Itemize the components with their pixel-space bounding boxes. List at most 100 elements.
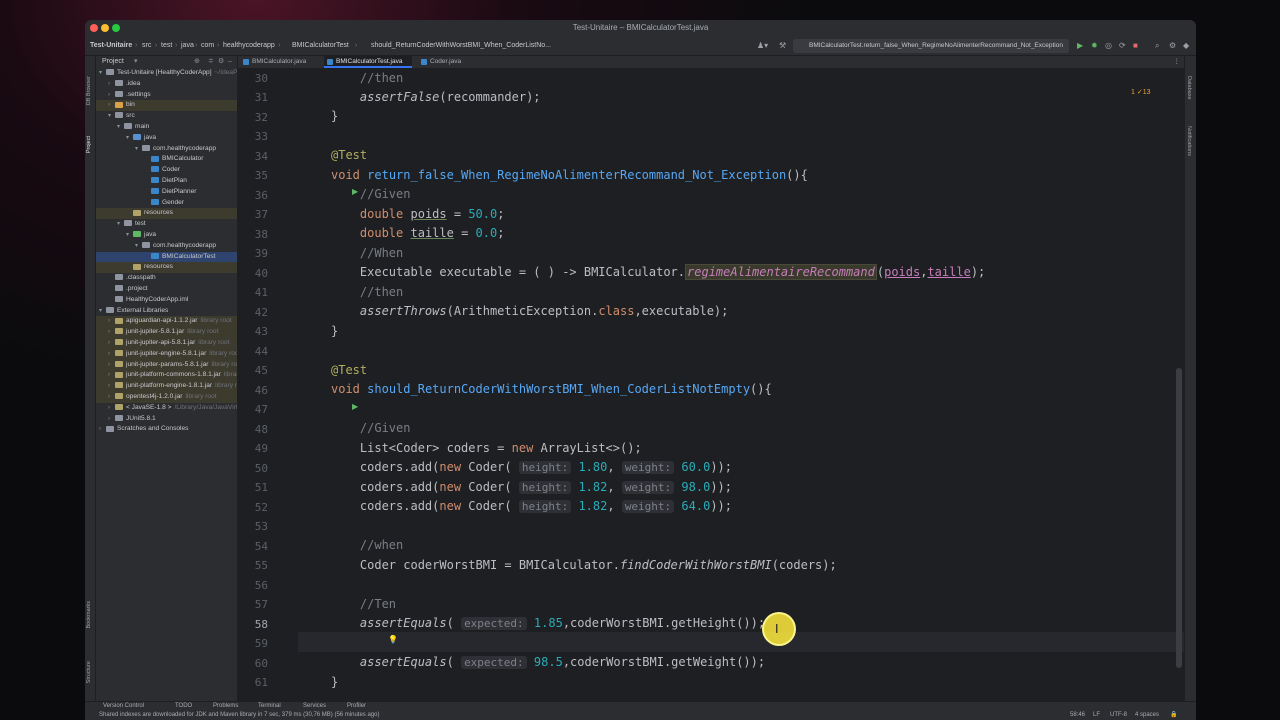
- todo-tab[interactable]: TODO: [175, 703, 192, 709]
- caret-position[interactable]: 58:46: [1070, 712, 1085, 718]
- tree-item[interactable]: › Scratches and Consoles: [96, 424, 237, 435]
- tree-item[interactable]: ▾ com.healthycoderapp: [96, 241, 237, 252]
- tree-item[interactable]: .classpath: [96, 273, 237, 284]
- chevron-icon[interactable]: ›: [108, 370, 115, 381]
- tree-item[interactable]: BMICalculator: [96, 154, 237, 165]
- editor-scrollbar[interactable]: [1176, 368, 1182, 668]
- tree-item[interactable]: Coder: [96, 165, 237, 176]
- tree-item[interactable]: › < JavaSE-1.8 >/Library/Java/JavaVirtual…: [96, 403, 237, 414]
- chevron-icon[interactable]: ▾: [126, 230, 133, 241]
- coverage-icon[interactable]: ◎: [1105, 36, 1112, 56]
- chevron-icon[interactable]: ›: [99, 424, 106, 435]
- tree-item[interactable]: .project: [96, 284, 237, 295]
- tree-item[interactable]: BMICalculatorTest: [96, 251, 237, 263]
- tree-item[interactable]: › junit-jupiter-engine-5.8.1.jar library r…: [96, 348, 237, 360]
- project-tab[interactable]: Project: [86, 136, 92, 153]
- chevron-icon[interactable]: ▾: [99, 68, 106, 79]
- file-encoding[interactable]: UTF-8: [1110, 712, 1127, 718]
- chevron-icon[interactable]: ▾: [117, 219, 124, 230]
- tree-item[interactable]: HealthyCoderApp.iml: [96, 295, 237, 306]
- tree-item[interactable]: › junit-platform-commons-1.8.1.jarlibrary…: [96, 370, 237, 382]
- collapse-icon[interactable]: ⊕: [194, 56, 200, 68]
- tree-item[interactable]: ▾ External Libraries: [96, 306, 237, 317]
- chevron-icon[interactable]: ▾: [99, 306, 106, 317]
- tab-bmicalculatortest[interactable]: BMICalculatorTest.java: [324, 56, 412, 68]
- breadcrumb-class[interactable]: BMICalculatorTest: [284, 36, 349, 56]
- hide-panel-icon[interactable]: –: [228, 56, 232, 68]
- settings-icon[interactable]: ⚙: [1169, 36, 1176, 56]
- tree-item[interactable]: › bin: [96, 100, 237, 112]
- tree-item[interactable]: › junit-jupiter-api-5.8.1.jar library root: [96, 338, 237, 349]
- chevron-icon[interactable]: ›: [108, 100, 115, 111]
- db-browser-tab[interactable]: DB Browser: [86, 76, 92, 105]
- chevron-icon[interactable]: ›: [108, 316, 115, 327]
- breadcrumb-test[interactable]: test: [161, 36, 172, 56]
- line-separator[interactable]: LF: [1093, 712, 1100, 718]
- structure-tab[interactable]: Structure: [86, 661, 92, 683]
- chevron-icon[interactable]: ›: [108, 327, 115, 338]
- profiler-tab[interactable]: Profiler: [347, 703, 366, 709]
- close-window-button[interactable]: [90, 24, 98, 32]
- tree-item[interactable]: Gender: [96, 198, 237, 209]
- chevron-icon[interactable]: ›: [108, 338, 115, 349]
- zoom-window-button[interactable]: [112, 24, 120, 32]
- chevron-icon[interactable]: ›: [108, 403, 115, 414]
- chevron-icon[interactable]: ▾: [108, 111, 115, 122]
- notifications-tab[interactable]: Notifications: [1186, 126, 1192, 156]
- tree-item[interactable]: ▾ src: [96, 111, 237, 122]
- tab-bmicalculator[interactable]: BMICalculator.java: [240, 56, 308, 68]
- tree-item[interactable]: › opentest4j-1.2.0.jar library root: [96, 392, 237, 403]
- chevron-icon[interactable]: ›: [108, 392, 115, 403]
- sort-icon[interactable]: ≑: [208, 56, 214, 68]
- tree-item[interactable]: › .idea: [96, 79, 237, 90]
- stop-icon[interactable]: ■: [1133, 36, 1138, 56]
- breadcrumb-project[interactable]: Test-Unitaire: [90, 36, 132, 56]
- tab-coder[interactable]: Coder.java: [418, 56, 470, 68]
- tree-item[interactable]: ▾ java: [96, 230, 237, 241]
- chevron-icon[interactable]: ▾: [135, 241, 142, 252]
- profile-icon[interactable]: ⟳: [1119, 36, 1126, 56]
- jetbrains-icon[interactable]: ◆: [1183, 36, 1189, 56]
- breadcrumb-package[interactable]: healthycoderapp: [223, 36, 275, 56]
- tree-item[interactable]: ▾ java: [96, 133, 237, 144]
- indent-setting[interactable]: 4 spaces: [1135, 712, 1159, 718]
- version-control-tab[interactable]: Version Control: [103, 703, 144, 709]
- tabs-menu-icon[interactable]: ⋮: [1174, 56, 1181, 68]
- breadcrumb-com[interactable]: com: [201, 36, 214, 56]
- tree-item[interactable]: ▾ test: [96, 219, 237, 230]
- breadcrumb-src[interactable]: src: [142, 36, 151, 56]
- tree-item[interactable]: DietPlan: [96, 176, 237, 187]
- tree-item[interactable]: › junit-jupiter-params-5.8.1.jar library r…: [96, 359, 237, 371]
- chevron-icon[interactable]: ›: [108, 381, 115, 392]
- tree-item[interactable]: › apiguardian-api-1.1.2.jar library root: [96, 316, 237, 328]
- chevron-icon[interactable]: ▾: [117, 122, 124, 133]
- tree-item[interactable]: › junit-platform-engine-1.8.1.jar library …: [96, 381, 237, 392]
- code-area[interactable]: //then assertFalse(recommander); } @Test…: [331, 68, 1184, 701]
- chevron-icon[interactable]: ›: [108, 414, 115, 425]
- tree-item[interactable]: ▾ com.healthycoderapp: [96, 144, 237, 155]
- tree-item[interactable]: › JUnit5.8.1: [96, 414, 237, 425]
- breadcrumb-java[interactable]: java: [181, 36, 194, 56]
- tree-item[interactable]: › junit-jupiter-5.8.1.jar library root: [96, 327, 237, 338]
- project-panel-title[interactable]: Project: [102, 58, 124, 65]
- hammer-icon[interactable]: ⚒: [779, 36, 786, 56]
- account-icon[interactable]: ♟▾: [757, 36, 768, 56]
- bookmarks-tab[interactable]: Bookmarks: [86, 601, 92, 629]
- terminal-tab[interactable]: Terminal: [258, 703, 281, 709]
- breadcrumb-method[interactable]: should_ReturnCoderWithWorstBMI_When_Code…: [363, 36, 551, 56]
- code-editor[interactable]: 30 31 32 33 34 35 36 37 38 39 40 41 42 43 44 45 46 47 48 49…: [238, 68, 1184, 701]
- tree-item[interactable]: › .settings: [96, 90, 237, 101]
- chevron-icon[interactable]: ▾: [126, 133, 133, 144]
- problems-tab[interactable]: Problems: [213, 703, 238, 709]
- minimize-window-button[interactable]: [101, 24, 109, 32]
- tree-item[interactable]: ▾ main: [96, 122, 237, 133]
- tree-item[interactable]: DietPlanner: [96, 187, 237, 198]
- tree-item[interactable]: resources: [96, 262, 237, 274]
- search-icon[interactable]: ⌕: [1155, 36, 1159, 56]
- chevron-icon[interactable]: ›: [108, 360, 115, 371]
- chevron-icon[interactable]: ›: [108, 349, 115, 360]
- gear-icon[interactable]: ⚙: [218, 56, 224, 68]
- tree-item[interactable]: ▾ Test-Unitaire [HealthyCoderApp]~/IdeaPr…: [96, 68, 237, 79]
- chevron-icon[interactable]: ›: [108, 90, 115, 101]
- run-configuration-selector[interactable]: BMICalculatorTest.return_false_When_Regi…: [793, 39, 1069, 53]
